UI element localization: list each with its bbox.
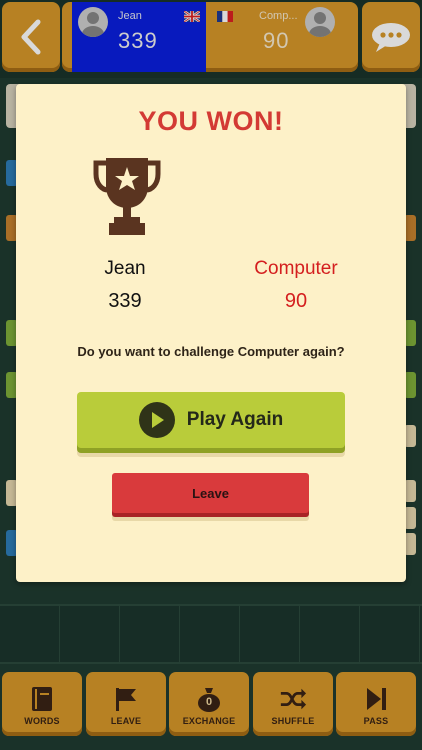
game-screen: Jean 339 Comp... 90 WORDS LEAVE 0 EXCHAN…	[0, 0, 422, 750]
leave-button[interactable]: Leave	[112, 473, 309, 513]
result-title: YOU WON!	[138, 106, 284, 136]
play-again-label: Play Again	[186, 409, 284, 430]
opponent-name: Computer	[254, 258, 338, 279]
winner-name: Jean	[104, 258, 146, 279]
game-result-modal: YOU WON! Jean 339 Computer 90 Do you wan…	[16, 84, 406, 582]
trophy-icon	[93, 158, 161, 235]
play-again-button[interactable]: Play Again	[77, 392, 345, 448]
play-icon	[138, 402, 175, 438]
winner-score: 339	[108, 290, 142, 312]
opponent-score: 90	[284, 290, 308, 312]
leave-label: Leave	[192, 485, 229, 501]
rematch-question: Do you want to challenge Computer again?	[77, 344, 345, 359]
